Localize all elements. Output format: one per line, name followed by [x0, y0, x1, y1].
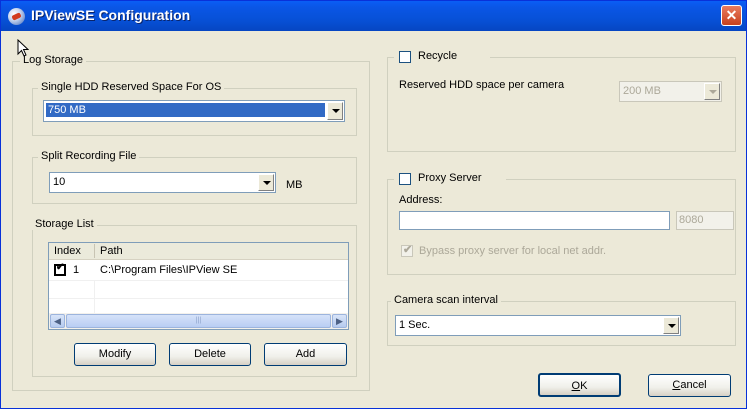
hdd-reserved-select[interactable]: 750 MB — [43, 100, 345, 122]
row-path: C:\Program Files\IPView SE — [100, 264, 238, 276]
camera-scan-select[interactable]: 1 Sec. — [395, 315, 681, 336]
modify-button[interactable]: Modify — [74, 343, 156, 366]
bypass-label: Bypass proxy server for local net addr. — [419, 245, 607, 257]
ok-label-rest: K — [580, 380, 588, 392]
app-icon — [8, 8, 25, 25]
scrollbar-thumb[interactable] — [66, 314, 331, 328]
split-recording-value: 10 — [53, 176, 66, 188]
cancel-label-rest: ancel — [680, 379, 707, 391]
column-divider — [94, 244, 95, 258]
list-header: Index Path — [49, 243, 348, 260]
address-label: Address: — [399, 194, 443, 206]
recycle-legend: Recycle — [394, 50, 490, 64]
scroll-left-icon[interactable]: ◀ — [50, 314, 65, 328]
column-separator — [94, 281, 95, 315]
proxy-label: Proxy Server — [418, 172, 482, 184]
reserved-hdd-value: 200 MB — [623, 85, 661, 97]
split-recording-select[interactable]: 10 — [49, 172, 276, 193]
chevron-down-icon[interactable] — [704, 83, 720, 100]
window-title: IPViewSE Configuration — [31, 7, 191, 23]
chevron-down-icon[interactable] — [258, 174, 274, 191]
camera-scan-label: Camera scan interval — [391, 294, 501, 306]
split-recording-label: Split Recording File — [38, 150, 140, 162]
mouse-cursor-icon — [17, 39, 29, 57]
checkmark-icon: ✔ — [56, 262, 65, 273]
storage-list[interactable]: Index Path ✔ 1 C:\Program Files\IPView S… — [48, 242, 349, 330]
port-input[interactable]: 8080 — [676, 211, 734, 230]
recycle-group — [387, 57, 736, 152]
hdd-reserved-label: Single HDD Reserved Space For OS — [38, 81, 225, 93]
row-checkbox[interactable]: ✔ — [54, 262, 66, 276]
add-button[interactable]: Add — [264, 343, 347, 366]
horizontal-scrollbar[interactable]: ◀ ▶ — [49, 313, 348, 329]
storage-list-label: Storage List — [32, 218, 97, 230]
ok-button[interactable]: OK — [538, 373, 621, 397]
title-bar[interactable]: IPViewSE Configuration ✕ — [1, 1, 746, 31]
recycle-label: Recycle — [418, 50, 458, 62]
close-button[interactable]: ✕ — [721, 5, 742, 26]
checkmark-icon: ✔ — [403, 244, 413, 256]
chevron-down-icon[interactable] — [327, 102, 343, 120]
cancel-button[interactable]: Cancel — [648, 374, 731, 397]
log-storage-label: Log Storage — [20, 54, 86, 66]
reserved-hdd-select[interactable]: 200 MB — [619, 81, 722, 102]
proxy-legend: Proxy Server — [394, 172, 506, 186]
proxy-checkbox[interactable] — [399, 173, 411, 185]
ok-mnemonic: O — [571, 380, 581, 392]
column-header-path[interactable]: Path — [100, 245, 123, 257]
delete-button[interactable]: Delete — [169, 343, 251, 366]
chevron-down-icon[interactable] — [663, 317, 679, 334]
table-row[interactable]: ✔ 1 C:\Program Files\IPView SE — [49, 261, 348, 279]
row-index: 1 — [73, 264, 80, 276]
configuration-dialog: IPViewSE Configuration ✕ Log Storage Sin… — [0, 0, 747, 409]
camera-scan-value: 1 Sec. — [399, 319, 431, 331]
split-recording-unit: MB — [286, 179, 303, 191]
reserved-hdd-label: Reserved HDD space per camera — [399, 79, 565, 91]
bypass-checkbox[interactable]: ✔ — [401, 244, 413, 257]
hdd-reserved-value: 750 MB — [46, 103, 325, 117]
column-header-index[interactable]: Index — [54, 245, 81, 257]
scroll-right-icon[interactable]: ▶ — [332, 314, 347, 328]
address-input[interactable] — [399, 211, 670, 230]
recycle-checkbox[interactable] — [399, 51, 411, 63]
